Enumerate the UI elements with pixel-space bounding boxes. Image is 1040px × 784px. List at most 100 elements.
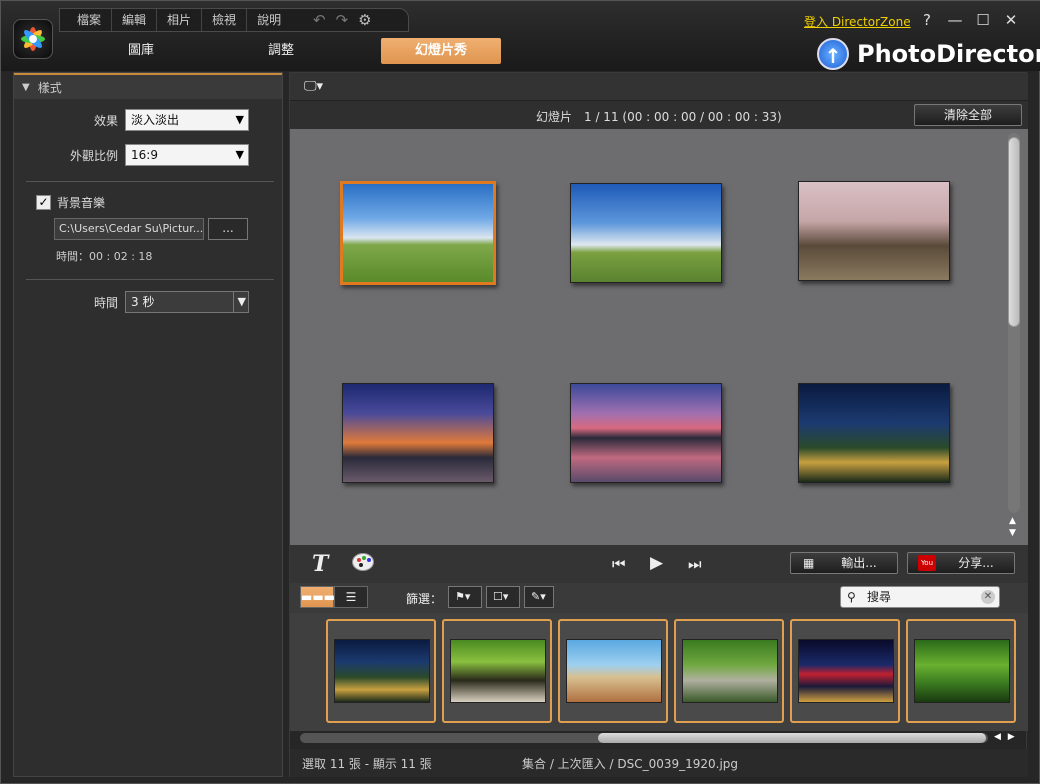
- divider: [26, 181, 274, 182]
- redo-icon[interactable]: ↷: [336, 11, 349, 29]
- gear-icon[interactable]: ⚙: [358, 11, 371, 29]
- slide-preview-area: ▲ ▼: [290, 129, 1028, 545]
- previous-icon[interactable]: ⏮: [612, 555, 626, 573]
- menu-photo[interactable]: 相片: [156, 9, 201, 31]
- photodirector-window: 檔案 編輯 相片 檢視 說明 ↶ ↷ ⚙ 圖庫 調整 幻燈片秀 登入 Direc…: [0, 0, 1040, 784]
- tab-adjust[interactable]: 調整: [221, 38, 341, 64]
- current-path: 集合 / 上次匯入 / DSC_0039_1920.jpg: [522, 757, 739, 771]
- bg-music-checkbox[interactable]: ✓: [36, 195, 51, 210]
- flag-filter-dropdown[interactable]: ⚑▾: [448, 586, 482, 608]
- status-bar: 選取 11 張 - 顯示 11 張 集合 / 上次匯入 / DSC_0039_1…: [290, 749, 1028, 777]
- scroll-down-icon[interactable]: ▼: [1009, 527, 1016, 539]
- browse-music-button[interactable]: ...: [208, 218, 248, 240]
- slide-thumbnail[interactable]: [798, 383, 950, 483]
- slide-thumbnail[interactable]: [342, 383, 494, 483]
- horizontal-scroll-arrows: ◀ ▶: [994, 732, 1015, 742]
- menu-view[interactable]: 檢視: [201, 9, 246, 31]
- brand: ↑ PhotoDirector: [817, 38, 1040, 70]
- bg-music-label: 背景音樂: [57, 196, 106, 210]
- tab-slideshow[interactable]: 幻燈片秀: [381, 38, 501, 64]
- filmstrip-thumbnail[interactable]: [790, 619, 900, 723]
- style-section-header[interactable]: ▼ 樣式: [14, 73, 282, 99]
- tab-library[interactable]: 圖庫: [81, 38, 201, 64]
- vertical-scrollbar[interactable]: [1006, 133, 1022, 513]
- text-tool-icon[interactable]: T: [312, 551, 328, 577]
- clear-search-icon[interactable]: ✕: [981, 590, 995, 604]
- duration-label: 時間: [93, 295, 118, 310]
- title-bar: 檔案 編輯 相片 檢視 說明 ↶ ↷ ⚙ 圖庫 調整 幻燈片秀 登入 Direc…: [1, 1, 1040, 71]
- login-link[interactable]: 登入 DirectorZone: [804, 13, 911, 30]
- filter-bar: ▬▬▬ ☰ 篩選： ⚑▾ ☐▾ ✎▾ ⚲ 搜尋 ✕: [290, 583, 1028, 613]
- filmstrip-thumbnail[interactable]: [326, 619, 436, 723]
- toolbar-icons: ↶ ↷ ⚙: [313, 9, 372, 31]
- filmstrip-thumbnail[interactable]: [906, 619, 1016, 723]
- list-view-button[interactable]: ☰: [334, 586, 368, 608]
- scrollbar-thumb[interactable]: [598, 733, 986, 743]
- brand-name: PhotoDirector: [857, 40, 1040, 68]
- next-icon[interactable]: ⏭: [688, 555, 702, 573]
- duration-value: 3 秒: [131, 295, 155, 309]
- slide-thumbnail[interactable]: [798, 181, 950, 281]
- app-logo-icon: [13, 19, 53, 59]
- filmstrip-thumbnail[interactable]: [674, 619, 784, 723]
- edit-filter-dropdown[interactable]: ✎▾: [524, 586, 554, 608]
- share-button[interactable]: You 分享...: [907, 552, 1015, 574]
- module-tabs: 圖庫 調整 幻燈片秀: [81, 38, 501, 64]
- selection-status: 選取 11 張 - 顯示 11 張: [302, 757, 432, 771]
- clear-all-button[interactable]: 清除全部: [914, 104, 1022, 126]
- minimize-icon[interactable]: —: [947, 11, 963, 29]
- filter-label: 篩選：: [406, 592, 443, 606]
- duration-select[interactable]: 3 秒 ▼: [125, 291, 249, 313]
- menu-help[interactable]: 說明: [246, 9, 291, 31]
- slide-thumbnail[interactable]: [340, 181, 496, 285]
- collapse-triangle-icon[interactable]: ▼: [22, 82, 30, 93]
- music-duration: 時間：00 : 02 : 18: [56, 250, 153, 263]
- thumbnail-image: [798, 639, 894, 703]
- filmstrip: [290, 613, 1028, 731]
- share-label: 分享...: [958, 556, 994, 570]
- youtube-icon: You: [918, 555, 936, 571]
- filmstrip-thumbnail[interactable]: [442, 619, 552, 723]
- thumbnail-image: [566, 639, 662, 703]
- search-field[interactable]: ⚲ 搜尋 ✕: [840, 586, 1000, 608]
- rating-filter-dropdown[interactable]: ☐▾: [486, 586, 520, 608]
- palette-icon[interactable]: [352, 553, 374, 571]
- play-icon[interactable]: ▶: [650, 553, 663, 573]
- output-button[interactable]: ▦ 輸出...: [790, 552, 898, 574]
- scrollbar-thumb[interactable]: [1008, 137, 1020, 327]
- upgrade-arrow-icon[interactable]: ↑: [817, 38, 849, 70]
- scroll-left-icon[interactable]: ◀: [994, 732, 1001, 742]
- music-path-field[interactable]: C:\Users\Cedar Su\Pictur...: [54, 218, 204, 240]
- horizontal-scrollbar[interactable]: [300, 733, 988, 743]
- window-controls: ? — ☐ ✕: [919, 11, 1019, 29]
- thumbnail-image: [914, 639, 1010, 703]
- effect-select[interactable]: 淡入淡出 ▼: [125, 109, 249, 131]
- display-mode-icon[interactable]: 🖵▾: [304, 79, 323, 94]
- aspect-ratio-label: 外觀比例: [69, 148, 118, 163]
- undo-icon[interactable]: ↶: [313, 11, 326, 29]
- scroll-right-icon[interactable]: ▶: [1008, 732, 1015, 742]
- slide-thumbnail[interactable]: [570, 183, 722, 283]
- slide-info-bar: 幻燈片 1 / 11 (00 : 00 : 00 / 00 : 00 : 33)…: [290, 101, 1028, 129]
- effect-label: 效果: [93, 113, 118, 128]
- menu-file[interactable]: 檔案: [67, 9, 111, 31]
- search-icon: ⚲: [847, 590, 856, 604]
- slideshow-main: 🖵▾ 幻燈片 1 / 11 (00 : 00 : 00 / 00 : 00 : …: [289, 72, 1028, 777]
- grid-view-button[interactable]: ▬▬▬: [300, 586, 335, 608]
- aspect-ratio-select[interactable]: 16:9 ▼: [125, 144, 249, 166]
- chevron-down-icon: ▼: [235, 148, 244, 161]
- filmstrip-thumbnail[interactable]: [558, 619, 668, 723]
- help-icon[interactable]: ?: [919, 11, 935, 29]
- close-icon[interactable]: ✕: [1003, 11, 1019, 29]
- slide-counter: 幻燈片 1 / 11 (00 : 00 : 00 / 00 : 00 : 33): [536, 110, 782, 124]
- scroll-up-icon[interactable]: ▲: [1009, 515, 1016, 527]
- slide-thumbnail[interactable]: [570, 383, 722, 483]
- menu-edit[interactable]: 編輯: [111, 9, 156, 31]
- thumbnail-image: [450, 639, 546, 703]
- maximize-icon[interactable]: ☐: [975, 11, 991, 29]
- chevron-down-icon: ▼: [232, 292, 246, 312]
- slideshow-controls: T ⏮ ▶ ⏭ ▦ 輸出... You 分享...: [290, 545, 1028, 583]
- aspect-ratio-value: 16:9: [131, 148, 158, 162]
- style-panel: ▼ 樣式 效果 淡入淡出 ▼ 外觀比例 16:9 ▼ ✓ 背景音樂 C:\Use…: [13, 72, 283, 777]
- effect-value: 淡入淡出: [131, 113, 180, 127]
